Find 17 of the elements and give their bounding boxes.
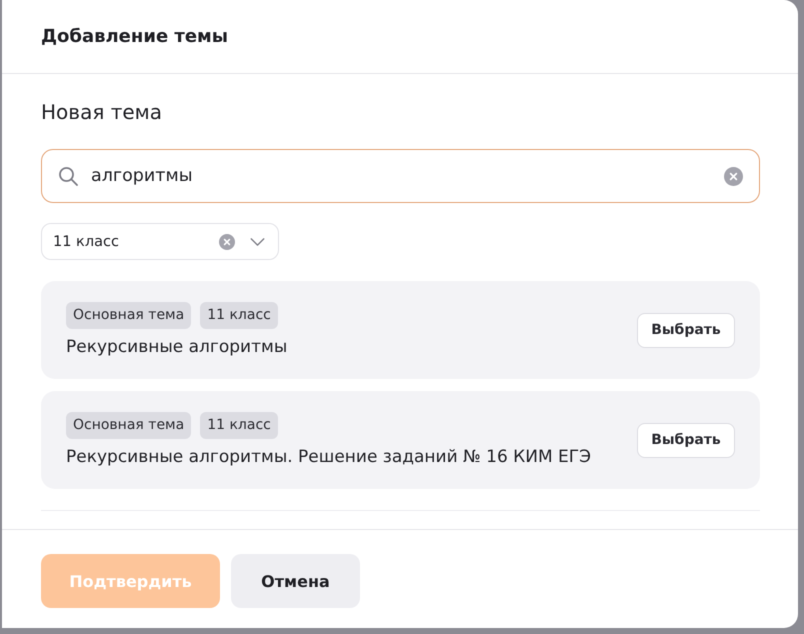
topic-title: Рекурсивные алгоритмы (66, 337, 288, 358)
topic-title: Рекурсивные алгоритмы. Решение заданий № 16 КИМ ЕГЭ (66, 447, 592, 468)
topic-tag: 11 класс (200, 412, 278, 439)
search-icon (58, 166, 78, 186)
select-button[interactable]: Выбрать (637, 312, 735, 348)
search-field[interactable]: алгоритмы (41, 149, 760, 203)
clear-icon[interactable] (219, 234, 235, 250)
select-button[interactable]: Выбрать (637, 422, 735, 458)
topic-tag: Основная тема (66, 412, 192, 439)
cancel-button[interactable]: Отмена (231, 554, 360, 608)
class-select[interactable]: 11 класс (41, 223, 279, 260)
chevron-down-icon[interactable] (250, 238, 265, 246)
dialog-title: Добавление темы (41, 26, 228, 47)
clear-icon[interactable] (724, 166, 743, 186)
topic-tag: Основная тема (66, 302, 192, 329)
section-title: Новая тема (41, 99, 162, 125)
topic-tag: 11 класс (200, 302, 278, 329)
